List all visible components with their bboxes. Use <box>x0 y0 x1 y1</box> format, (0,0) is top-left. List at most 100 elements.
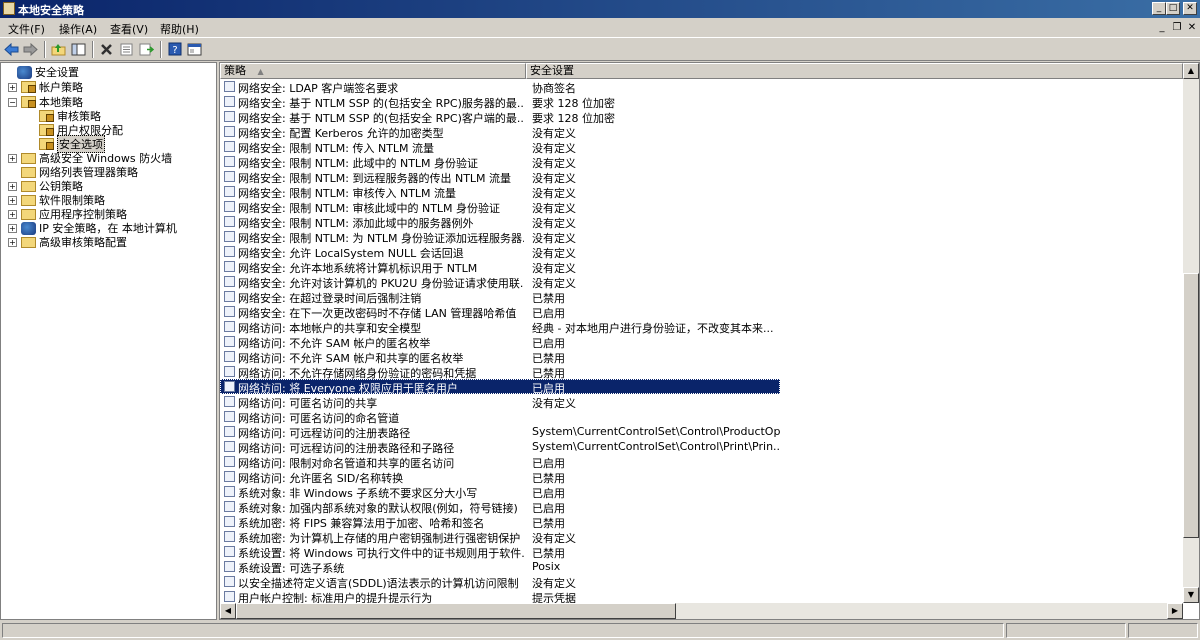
table-row[interactable]: 网络访问: 不允许 SAM 帐户的匿名枚举 已启用 <box>220 334 780 350</box>
table-row[interactable]: 网络安全: LDAP 客户端签名要求 协商签名 <box>220 79 780 95</box>
tree-item-software-restriction[interactable]: + 软件限制策略 <box>8 193 105 207</box>
table-row[interactable]: 网络安全: 限制 NTLM: 传入 NTLM 流量 没有定义 <box>220 139 780 155</box>
close-icon[interactable]: ✕ <box>1183 2 1197 15</box>
forward-icon[interactable] <box>22 41 39 57</box>
tree-item-label: 帐户策略 <box>39 81 83 94</box>
tree-pane[interactable]: 安全设置 + 帐户策略 − 本地策略 审核策略 用户权限分配 安全选项 + 高级… <box>0 62 217 620</box>
horizontal-scrollbar[interactable]: ◀ ▶ <box>220 603 1183 619</box>
table-row[interactable]: 网络安全: 限制 NTLM: 为 NTLM 身份验证添加远程服务器... 没有定义 <box>220 229 780 245</box>
policy-icon <box>224 471 235 482</box>
column-header-policy[interactable]: 策略 ▲ <box>220 63 526 79</box>
collapse-icon[interactable]: − <box>8 97 17 107</box>
menu-help[interactable]: 帮助(H) <box>160 21 199 37</box>
scroll-left-icon[interactable]: ◀ <box>220 603 236 619</box>
table-row[interactable]: 网络访问: 限制对命名管道和共享的匿名访问 已启用 <box>220 454 780 470</box>
tree-item-security-options[interactable]: 安全选项 <box>26 135 105 153</box>
table-row[interactable]: 以安全描述符定义语言(SDDL)语法表示的计算机访问限制 没有定义 <box>220 574 780 590</box>
table-row[interactable]: 系统对象: 加强内部系统对象的默认权限(例如，符号链接) 已启用 <box>220 499 780 515</box>
tree-item-advanced-audit[interactable]: + 高级审核策略配置 <box>8 235 127 249</box>
table-row[interactable]: 系统设置: 将 Windows 可执行文件中的证书规则用于软件... 已禁用 <box>220 544 780 560</box>
table-row[interactable]: 网络安全: 配置 Kerberos 允许的加密类型 没有定义 <box>220 124 780 140</box>
table-row[interactable]: 系统加密: 为计算机上存储的用户密钥强制进行强密钥保护 没有定义 <box>220 529 780 545</box>
table-row[interactable]: 网络安全: 限制 NTLM: 到远程服务器的传出 NTLM 流量 没有定义 <box>220 169 780 185</box>
menu-file[interactable]: 文件(F) <box>8 21 45 37</box>
toolbar-separator <box>160 41 162 58</box>
table-row[interactable]: 网络访问: 不允许存储网络身份验证的密码和凭据 已禁用 <box>220 364 780 380</box>
minimize-icon[interactable]: _ <box>1152 2 1166 15</box>
policy-icon <box>224 411 235 422</box>
vertical-scrollbar[interactable]: ▲ ▼ <box>1183 63 1199 603</box>
tree-item-network-list[interactable]: 网络列表管理器策略 <box>8 165 138 179</box>
menu-view[interactable]: 查看(V) <box>110 21 148 37</box>
table-row[interactable]: 用户帐户控制: 标准用户的提升提示行为 提示凭据 <box>220 589 780 605</box>
hscroll-thumb[interactable] <box>236 603 676 619</box>
back-icon[interactable] <box>3 41 20 57</box>
menu-bar: 文件(F) 操作(A) 查看(V) 帮助(H) _ ❐ ✕ <box>0 18 1200 37</box>
folder-icon <box>21 236 36 248</box>
table-row[interactable]: 网络访问: 可匿名访问的命名管道 <box>220 409 780 425</box>
mdi-close-icon[interactable]: ✕ <box>1185 21 1199 34</box>
table-row[interactable]: 系统加密: 将 FIPS 兼容算法用于加密、哈希和签名 已禁用 <box>220 514 780 530</box>
tree-item-public-key[interactable]: + 公钥策略 <box>8 179 83 193</box>
table-row[interactable]: 网络安全: 基于 NTLM SSP 的(包括安全 RPC)服务器的最... 要求 … <box>220 94 780 110</box>
column-header-setting[interactable]: 安全设置 <box>526 63 1183 79</box>
up-folder-icon[interactable] <box>50 41 67 57</box>
mdi-restore-icon[interactable]: ❐ <box>1170 21 1184 34</box>
export-list-icon[interactable] <box>138 41 155 57</box>
mdi-minimize-icon[interactable]: _ <box>1155 21 1169 34</box>
table-row[interactable]: 网络安全: 允许本地系统将计算机标识用于 NTLM 没有定义 <box>220 259 780 275</box>
table-row[interactable]: 网络访问: 不允许 SAM 帐户和共享的匿名枚举 已禁用 <box>220 349 780 365</box>
tree-item-security-settings[interactable]: 安全设置 <box>4 65 79 79</box>
tree-item-app-control[interactable]: + 应用程序控制策略 <box>8 207 127 221</box>
expand-icon[interactable]: + <box>8 82 17 92</box>
tree-item-firewall[interactable]: + 高级安全 Windows 防火墙 <box>8 151 172 165</box>
table-row[interactable]: 网络访问: 可匿名访问的共享 没有定义 <box>220 394 780 410</box>
folder-icon <box>21 194 36 206</box>
table-row[interactable]: 系统对象: 非 Windows 子系统不要求区分大小写 已启用 <box>220 484 780 500</box>
scroll-up-icon[interactable]: ▲ <box>1183 63 1199 79</box>
expand-icon[interactable]: + <box>8 209 17 219</box>
table-row[interactable]: 网络访问: 允许匿名 SID/名称转换 已禁用 <box>220 469 780 485</box>
table-row[interactable]: 网络安全: 限制 NTLM: 审核此域中的 NTLM 身份验证 没有定义 <box>220 199 780 215</box>
policy-icon <box>224 141 235 152</box>
table-row[interactable]: 网络安全: 允许对该计算机的 PKU2U 身份验证请求使用联... 没有定义 <box>220 274 780 290</box>
policy-icon <box>224 576 235 587</box>
table-row[interactable]: 网络访问: 可远程访问的注册表路径 System\CurrentControlSe… <box>220 424 780 440</box>
table-row[interactable]: 网络安全: 在超过登录时间后强制注销 已禁用 <box>220 289 780 305</box>
expand-icon[interactable]: + <box>8 195 17 205</box>
policy-icon <box>224 441 235 452</box>
maximize-icon[interactable]: □ <box>1166 2 1180 15</box>
policy-icon <box>224 396 235 407</box>
properties-icon[interactable] <box>118 41 135 57</box>
table-row[interactable]: 网络安全: 在下一次更改密码时不存储 LAN 管理器哈希值 已启用 <box>220 304 780 320</box>
scroll-thumb[interactable] <box>1183 273 1199 538</box>
table-row[interactable]: 网络安全: 限制 NTLM: 此域中的 NTLM 身份验证 没有定义 <box>220 154 780 170</box>
menu-action[interactable]: 操作(A) <box>59 21 97 37</box>
tree-item-audit-policy[interactable]: 审核策略 <box>26 109 101 123</box>
table-row[interactable]: 网络安全: 允许 LocalSystem NULL 会话回退 没有定义 <box>220 244 780 260</box>
expand-icon[interactable]: + <box>8 153 17 163</box>
tree-item-ip-security[interactable]: + IP 安全策略，在 本地计算机 <box>8 221 177 235</box>
policy-icon <box>224 81 235 92</box>
table-row[interactable]: 网络访问: 将 Everyone 权限应用于匿名用户 已启用 <box>220 379 780 395</box>
scroll-down-icon[interactable]: ▼ <box>1183 587 1199 603</box>
table-row[interactable]: 网络安全: 限制 NTLM: 添加此域中的服务器例外 没有定义 <box>220 214 780 230</box>
delete-icon[interactable] <box>98 41 115 57</box>
show-tree-icon[interactable] <box>70 41 87 57</box>
policy-icon <box>224 291 235 302</box>
expand-icon[interactable]: + <box>8 237 17 247</box>
table-row[interactable]: 系统设置: 可选子系统 Posix <box>220 559 780 575</box>
scroll-right-icon[interactable]: ▶ <box>1167 603 1183 619</box>
table-row[interactable]: 网络安全: 基于 NTLM SSP 的(包括安全 RPC)客户端的最... 要求 … <box>220 109 780 125</box>
table-row[interactable]: 网络安全: 限制 NTLM: 审核传入 NTLM 流量 没有定义 <box>220 184 780 200</box>
expand-icon[interactable]: + <box>8 223 17 233</box>
table-row[interactable]: 网络访问: 可远程访问的注册表路径和子路径 System\CurrentContr… <box>220 439 780 455</box>
tree-item-account-policies[interactable]: + 帐户策略 <box>8 80 83 94</box>
help-icon[interactable]: ? <box>166 41 183 57</box>
tree-item-label: 高级审核策略配置 <box>39 236 127 249</box>
console-icon[interactable] <box>186 41 203 57</box>
expand-icon[interactable]: + <box>8 181 17 191</box>
policy-list-pane[interactable]: 策略 ▲ 安全设置 网络安全: LDAP 客户端签名要求 协商签名 网络安全: 基于… <box>219 62 1200 620</box>
tree-item-local-policies[interactable]: − 本地策略 <box>8 95 83 109</box>
table-row[interactable]: 网络访问: 本地帐户的共享和安全模型 经典 - 对本地用户进行身份验证，不改变其本… <box>220 319 780 335</box>
